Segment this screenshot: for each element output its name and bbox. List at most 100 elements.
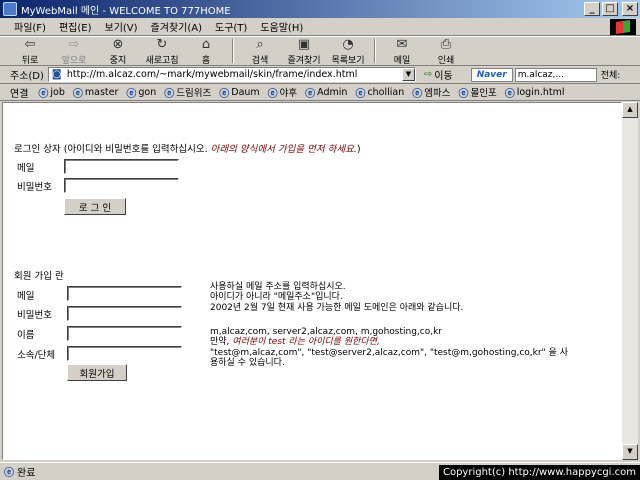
- signup-help-line1: 사용하실 메일 주소를 입력하십시오.: [210, 282, 346, 292]
- link-yahoo[interactable]: ⓔ 야후: [268, 85, 297, 100]
- link-daum[interactable]: ⓔ Daum: [219, 85, 259, 100]
- link-empas[interactable]: ⓔ 엠파스: [412, 85, 450, 100]
- windows-logo-icon: [610, 19, 636, 35]
- menu-bar: 파일(F) 편집(E) 보기(V) 즐겨찾기(A) 도구(T) 도움말(H): [0, 18, 640, 36]
- home-icon: ⌂: [201, 37, 211, 52]
- address-input[interactable]: ◙ http://m.alcaz.com/~mark/mywebmail/ski…: [47, 67, 416, 82]
- scroll-up-icon[interactable]: ▲: [622, 102, 638, 118]
- ie-icon: ⓔ: [412, 88, 423, 100]
- signup-org-input[interactable]: [67, 346, 182, 361]
- ie-icon: ⓔ: [4, 468, 14, 479]
- link-job[interactable]: ⓔ job: [38, 85, 64, 100]
- page-content: 로그인 상자 (아이디와 비밀번호를 입력하십시오. 아래의 양식에서 가입을 …: [2, 102, 622, 460]
- link-master[interactable]: ⓔ master: [73, 85, 119, 100]
- login-password-input[interactable]: [64, 178, 179, 193]
- signup-password-label: 비밀번호: [17, 310, 52, 321]
- signup-name-input[interactable]: [67, 326, 182, 341]
- link-chollian[interactable]: ⓔ chollian: [355, 85, 404, 100]
- copyright-banner: Copyright(c) http://www.happycgi.com: [438, 465, 640, 480]
- mail-icon: ✉: [396, 37, 408, 52]
- ie-icon: ⓔ: [355, 88, 366, 100]
- page-icon: ◙: [51, 69, 62, 80]
- close-button[interactable]: ×: [622, 2, 638, 16]
- mail-button[interactable]: ✉ 메일: [380, 37, 424, 66]
- go-button[interactable]: ⇨ 이동: [424, 67, 453, 82]
- toolbar: ⇦ 뒤로 ⇨ 앞으로 ⊗ 중지 ↻ 새로고침 ⌂ 홈 ⌕ 검색 ▣ 즐겨찾기 ◔…: [0, 36, 640, 66]
- link-dreamwiz[interactable]: ⓔ 드림위즈: [164, 85, 211, 100]
- signup-examples-end: 용하실 수 있습니다.: [210, 358, 285, 368]
- address-bar: 주소(D) ◙ http://m.alcaz.com/~mark/mywebma…: [0, 66, 640, 84]
- signup-name-label: 이름: [17, 330, 35, 341]
- ie-icon: ⓔ: [219, 88, 230, 100]
- status-text: 완료: [17, 468, 36, 479]
- signup-help-line2: 아이디가 아니라 "메일주소"입니다.: [210, 292, 343, 302]
- toolbar-separator: [374, 39, 376, 63]
- ie-icon: ⓔ: [458, 88, 469, 100]
- menu-favorites[interactable]: 즐겨찾기(A): [151, 19, 202, 34]
- signup-email-input[interactable]: [67, 286, 182, 301]
- toolbar-separator: [232, 39, 234, 63]
- link-login-html[interactable]: ⓔ login.html: [505, 85, 565, 100]
- signup-domains: m,alcaz,com, server2,alcaz,com, m,gohost…: [210, 327, 443, 337]
- forward-button[interactable]: ⇨ 앞으로: [52, 37, 96, 66]
- vertical-scrollbar[interactable]: ▲ ▼: [622, 102, 638, 460]
- login-password-label: 비밀번호: [17, 182, 52, 193]
- menu-file[interactable]: 파일(F): [14, 19, 46, 34]
- menu-edit[interactable]: 편집(E): [59, 19, 92, 34]
- ie-icon: ⓔ: [126, 88, 137, 100]
- signup-note: 만약, 여러분이 test 라는 아이디를 원한다면,: [210, 337, 380, 347]
- ie-icon: ⓔ: [267, 88, 278, 100]
- login-section-title: 로그인 상자 (아이디와 비밀번호를 입력하십시오. 아래의 양식에서 가입을 …: [14, 144, 361, 155]
- ie-icon: ⓔ: [504, 88, 515, 100]
- home-button[interactable]: ⌂ 홈: [184, 37, 228, 66]
- app-icon: [3, 2, 17, 16]
- history-icon: ◔: [342, 37, 354, 52]
- links-label: 연결: [10, 88, 29, 100]
- ie-icon: ⓔ: [72, 88, 83, 100]
- signup-section-title: 회원 가입 란: [14, 271, 64, 282]
- back-arrow-icon: ⇦: [24, 37, 36, 52]
- stop-button[interactable]: ⊗ 중지: [96, 37, 140, 66]
- favorites-button[interactable]: ▣ 즐겨찾기: [282, 37, 326, 66]
- naver-search-input[interactable]: m.alcaz,...: [514, 67, 597, 82]
- minimize-button[interactable]: _: [584, 2, 600, 16]
- address-url: http://m.alcaz.com/~mark/mywebmail/skin/…: [66, 69, 358, 80]
- menu-help[interactable]: 도움말(H): [260, 19, 303, 34]
- window-title: MyWebMail 메인 - WELCOME TO 777HOME: [21, 5, 231, 17]
- menu-view[interactable]: 보기(V): [105, 19, 138, 34]
- printer-icon: ⎙: [440, 37, 452, 52]
- address-label: 주소(D): [10, 71, 44, 82]
- signup-password-input[interactable]: [67, 306, 182, 321]
- print-button[interactable]: ⎙ 인쇄: [424, 37, 468, 66]
- signup-button[interactable]: 회원가입: [67, 364, 127, 381]
- scroll-down-icon[interactable]: ▼: [622, 444, 638, 460]
- login-warning: 아래의 양식에서 가입을 먼저 하세요.: [210, 144, 357, 155]
- maximize-button[interactable]: □: [602, 2, 618, 16]
- naver-logo[interactable]: Naver: [470, 67, 513, 82]
- login-button[interactable]: 로 그 인: [64, 198, 126, 215]
- link-admin[interactable]: ⓔ Admin: [305, 85, 347, 100]
- link-gon[interactable]: ⓔ gon: [126, 85, 156, 100]
- back-button[interactable]: ⇦ 뒤로: [8, 37, 52, 66]
- ie-icon: ⓔ: [38, 88, 49, 100]
- search-scope[interactable]: 전체:: [601, 68, 621, 81]
- signup-org-label: 소속/단체: [17, 350, 56, 361]
- link-mallinfo[interactable]: ⓔ 몰인포: [459, 85, 497, 100]
- forward-arrow-icon: ⇨: [68, 37, 80, 52]
- ie-icon: ⓔ: [164, 88, 175, 100]
- signup-email-label: 메일: [17, 291, 35, 302]
- chevron-down-icon[interactable]: ▼: [401, 68, 415, 81]
- links-bar: 연결 ⓔ job ⓔ master ⓔ gon ⓔ 드림위즈 ⓔ Daum ⓔ 야후 ⓔ Ad…: [0, 84, 640, 101]
- login-email-input[interactable]: [64, 159, 179, 174]
- title-bar: MyWebMail 메인 - WELCOME TO 777HOME _ □ ×: [0, 0, 640, 18]
- go-arrow-icon: ⇨: [423, 69, 433, 80]
- search-button[interactable]: ⌕ 검색: [238, 37, 282, 66]
- stop-icon: ⊗: [112, 37, 124, 52]
- signup-examples: "test@m,alcaz,com", "test@server2,alcaz,…: [210, 348, 568, 358]
- favorites-icon: ▣: [297, 37, 311, 52]
- history-button[interactable]: ◔ 목록보기: [326, 37, 370, 66]
- login-email-label: 메일: [17, 163, 35, 174]
- refresh-button[interactable]: ↻ 새로고침: [140, 37, 184, 66]
- ie-icon: ⓔ: [305, 88, 316, 100]
- menu-tools[interactable]: 도구(T): [215, 19, 247, 34]
